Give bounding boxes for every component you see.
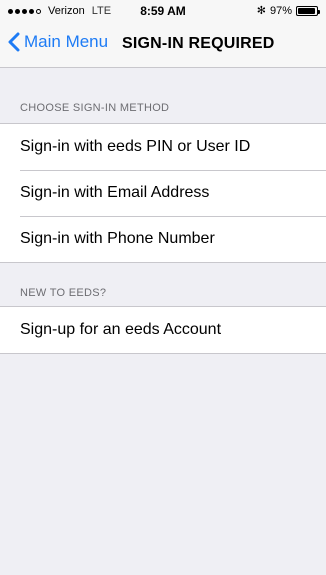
- bluetooth-icon: ✻: [256, 5, 266, 17]
- list-item-label: Sign-in with Email Address: [20, 184, 210, 201]
- sign-in-methods-list: Sign-in with eeds PIN or User ID Sign-in…: [0, 123, 326, 263]
- list-item-pin-or-user-id[interactable]: Sign-in with eeds PIN or User ID: [0, 124, 326, 170]
- list-item-email-address[interactable]: Sign-in with Email Address: [0, 170, 326, 216]
- list-item-label: Sign-up for an eeds Account: [20, 321, 222, 338]
- battery-icon: [296, 5, 320, 16]
- status-right: ✻ 97%: [256, 4, 320, 17]
- section-header-new-to-eeds: NEW TO EEDS?: [20, 287, 107, 299]
- list-item-sign-up[interactable]: Sign-up for an eeds Account: [0, 307, 326, 353]
- section-header-sign-in-method: CHOOSE SIGN-IN METHOD: [20, 102, 170, 114]
- page-title: SIGN-IN REQUIRED: [122, 35, 275, 52]
- back-button-label: Main Menu: [24, 32, 109, 51]
- sign-up-list: Sign-up for an eeds Account: [0, 306, 326, 354]
- chevron-left-icon: [8, 32, 20, 52]
- navigation-bar: Main Menu SIGN-IN REQUIRED: [0, 22, 326, 68]
- status-bar: Verizon LTE 8:59 AM ✻ 97%: [0, 0, 326, 22]
- battery-percent: 97%: [269, 4, 292, 17]
- battery-level-fill: [298, 7, 315, 14]
- list-item-phone-number[interactable]: Sign-in with Phone Number: [0, 216, 326, 262]
- back-button[interactable]: Main Menu: [8, 32, 108, 52]
- list-item-label: Sign-in with eeds PIN or User ID: [20, 138, 251, 155]
- list-item-label: Sign-in with Phone Number: [20, 230, 215, 247]
